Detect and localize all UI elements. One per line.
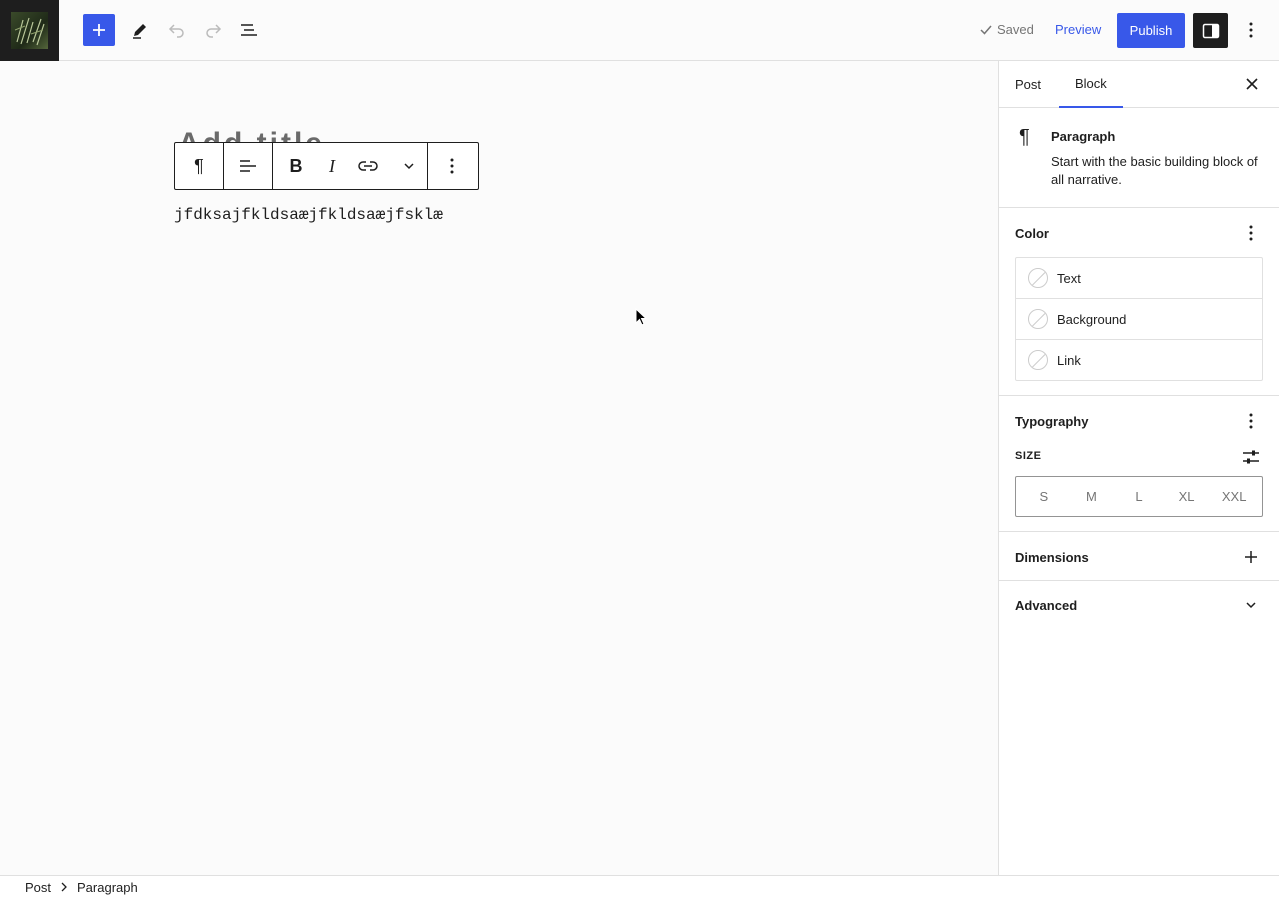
italic-icon: I (329, 155, 335, 176)
settings-sidebar: Post Block ¶ Paragraph Start with the ba… (998, 61, 1279, 875)
close-icon (1246, 78, 1258, 90)
document-overview-button[interactable] (233, 14, 265, 46)
advanced-panel-title: Advanced (1015, 598, 1078, 613)
preview-button[interactable]: Preview (1055, 22, 1101, 37)
color-item-text[interactable]: Text (1016, 258, 1262, 299)
color-item-label: Link (1057, 352, 1081, 368)
bold-icon: B (289, 155, 303, 176)
settings-toggle-button[interactable] (1193, 13, 1228, 48)
italic-button[interactable]: I (319, 143, 345, 189)
font-size-picker: S M L XL XXL (1015, 476, 1263, 517)
site-icon-image (11, 12, 48, 49)
block-card: ¶ Paragraph Start with the basic buildin… (999, 108, 1279, 208)
undo-icon (168, 24, 184, 38)
custom-size-button[interactable] (1241, 447, 1261, 467)
dimensions-add-button[interactable] (1241, 547, 1261, 567)
publish-button[interactable]: Publish (1117, 13, 1185, 48)
sidebar-tabs: Post Block (999, 61, 1279, 108)
more-vertical-icon (450, 158, 454, 174)
editor-canvas[interactable]: Add title ¶ B I (0, 61, 998, 875)
block-toolbar: ¶ B I (174, 142, 479, 190)
tools-button[interactable] (124, 14, 156, 46)
color-item-link[interactable]: Link (1016, 340, 1262, 380)
redo-icon (206, 24, 222, 38)
font-size-option-m[interactable]: M (1068, 489, 1114, 504)
chevron-down-icon (404, 163, 414, 170)
alignment-group (224, 143, 273, 189)
empty-swatch-icon (1028, 350, 1048, 370)
paragraph-block[interactable]: jfdksajfkldsaæjfkldsaæjfsklæ (174, 206, 443, 224)
color-list: Text Background Link (1015, 257, 1263, 381)
undo-button[interactable] (161, 14, 193, 46)
saved-label: Saved (997, 22, 1034, 37)
block-name: Paragraph (1051, 129, 1116, 144)
options-group (428, 143, 476, 189)
close-sidebar-button[interactable] (1241, 73, 1263, 95)
redo-button[interactable] (197, 14, 229, 46)
options-menu-button[interactable] (1240, 14, 1262, 46)
color-panel: Color Text Background Link (999, 208, 1279, 396)
align-button[interactable] (224, 143, 272, 189)
pencil-icon (133, 24, 146, 39)
color-item-background[interactable]: Background (1016, 299, 1262, 340)
breadcrumb-post[interactable]: Post (25, 880, 51, 895)
typography-panel: Typography SIZE S M L XL XXL (999, 396, 1279, 532)
empty-swatch-icon (1028, 268, 1048, 288)
typography-panel-title: Typography (1015, 414, 1089, 429)
empty-swatch-icon (1028, 309, 1048, 329)
color-options-button[interactable] (1241, 223, 1261, 243)
font-size-option-xl[interactable]: XL (1164, 489, 1210, 504)
more-vertical-icon (1249, 413, 1253, 429)
site-icon-button[interactable] (0, 0, 59, 61)
advanced-toggle[interactable] (1241, 595, 1261, 615)
breadcrumb: Post Paragraph (0, 875, 1279, 898)
advanced-panel[interactable]: Advanced (999, 581, 1279, 630)
font-size-option-xxl[interactable]: XXL (1211, 489, 1257, 504)
post-title[interactable]: Add title (178, 129, 325, 143)
typography-options-button[interactable] (1241, 411, 1261, 431)
saved-status: Saved (979, 22, 1034, 37)
block-switcher-group: ¶ (175, 143, 224, 189)
color-panel-title: Color (1015, 226, 1049, 241)
block-description: Start with the basic building block of a… (1051, 154, 1258, 187)
color-item-label: Background (1057, 311, 1127, 327)
more-vertical-icon (1249, 225, 1253, 241)
check-icon (980, 25, 992, 35)
settings-sliders-icon (1243, 450, 1259, 464)
chevron-down-icon (1246, 602, 1256, 609)
link-button[interactable] (345, 143, 391, 189)
dimensions-panel: Dimensions (999, 532, 1279, 581)
paragraph-icon: ¶ (1019, 126, 1030, 148)
mouse-cursor-icon (635, 307, 648, 331)
bold-button[interactable]: B (273, 143, 319, 189)
sidebar-icon (1202, 23, 1219, 38)
dimensions-panel-title: Dimensions (1015, 550, 1089, 565)
format-group: B I (273, 143, 428, 189)
font-size-option-l[interactable]: L (1116, 489, 1162, 504)
plus-icon (93, 24, 105, 36)
more-formats-button[interactable] (391, 143, 427, 189)
align-left-icon (240, 160, 256, 172)
font-size-option-s[interactable]: S (1021, 489, 1067, 504)
block-options-button[interactable] (428, 143, 476, 189)
plus-icon (1245, 551, 1257, 563)
block-inserter-button[interactable] (83, 14, 115, 46)
chevron-right-icon (61, 882, 67, 892)
color-item-label: Text (1057, 270, 1081, 286)
link-icon (358, 161, 378, 171)
font-size-label: SIZE (1015, 450, 1042, 462)
more-vertical-icon (1249, 22, 1253, 38)
tab-post[interactable]: Post (999, 61, 1057, 108)
breadcrumb-paragraph[interactable]: Paragraph (77, 880, 138, 895)
editor-header: Saved Preview Publish (0, 0, 1279, 61)
tab-block[interactable]: Block (1059, 61, 1123, 108)
list-view-icon (241, 24, 257, 36)
paragraph-icon: ¶ (194, 155, 204, 176)
block-type-button[interactable]: ¶ (175, 143, 223, 189)
